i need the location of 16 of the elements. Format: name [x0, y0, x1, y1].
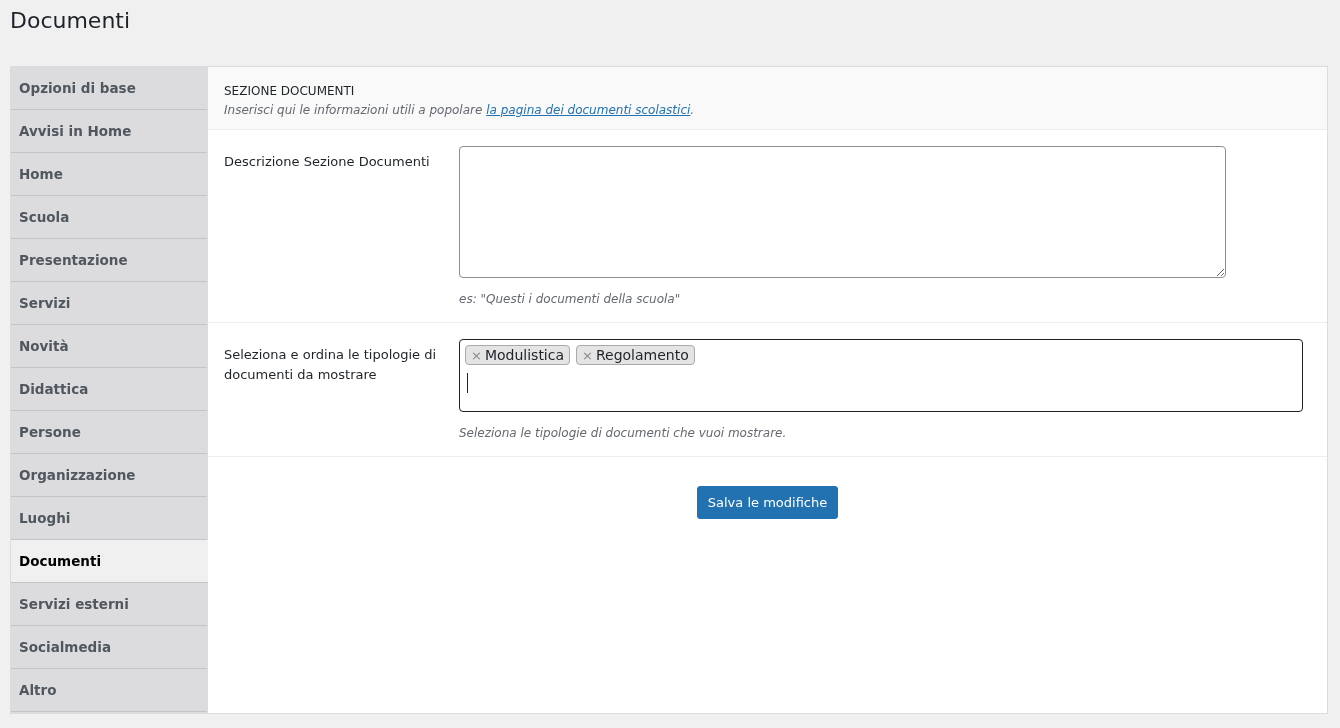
field-hint: Seleziona le tipologie di documenti che vuoi mostrare.: [459, 426, 788, 440]
remove-tag-icon[interactable]: ×: [582, 347, 593, 363]
sidebar-item[interactable]: Documenti: [11, 540, 208, 583]
remove-tag-icon[interactable]: ×: [471, 347, 482, 363]
tag-label: Modulistica: [484, 347, 565, 363]
field-label: Descrizione Sezione Documenti: [224, 153, 431, 171]
section-title: SEZIONE DOCUMENTI: [224, 84, 356, 98]
documents-page-link[interactable]: la pagina dei documenti scolastici: [486, 103, 691, 117]
field-label: Seleziona e ordina le tipologie di documenti da mostrare: [224, 346, 438, 384]
tags-select-field[interactable]: × Modulistica × Regolamento: [459, 339, 1303, 412]
page-title: Documenti: [10, 7, 132, 35]
section-description: Inserisci qui le informazioni utili a popolare la pagina dei documenti scolastici.: [224, 103, 696, 117]
tag-label: Regolamento: [595, 347, 689, 363]
save-button[interactable]: Salva le modifiche: [696, 486, 839, 519]
description-textarea[interactable]: [459, 146, 1226, 278]
field-hint: es: "Questi i documenti della scuola": [459, 292, 682, 306]
